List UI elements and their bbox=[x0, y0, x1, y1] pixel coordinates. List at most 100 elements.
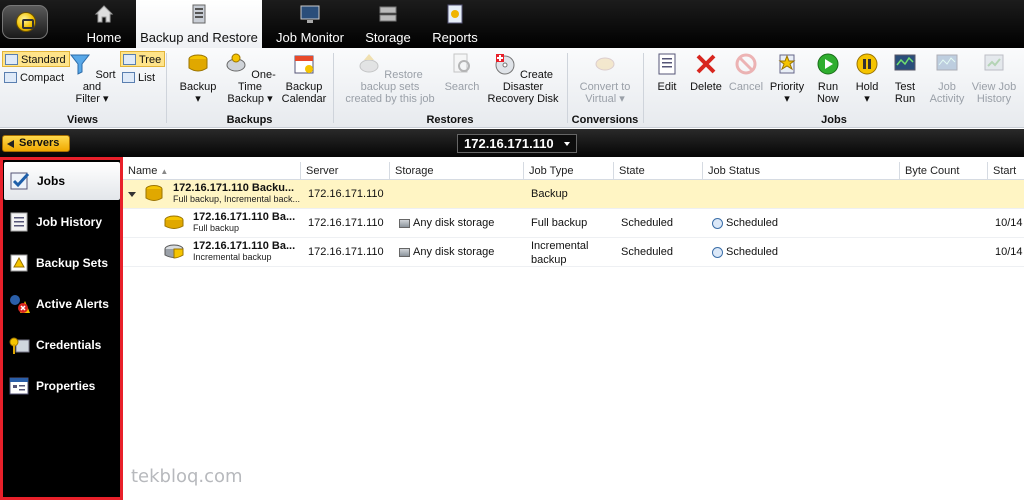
delete-icon bbox=[696, 54, 716, 74]
search-button[interactable]: Search bbox=[444, 52, 480, 93]
state-cell: Scheduled bbox=[621, 246, 673, 258]
cancel-button[interactable]: Cancel bbox=[728, 52, 764, 93]
column-header-state[interactable]: State bbox=[614, 162, 703, 180]
collapse-arrow-icon[interactable] bbox=[128, 192, 136, 197]
sort-ascending-icon: ▲ bbox=[160, 167, 169, 176]
ribbon: Standard Compact Sort and Filter ▾ Tree … bbox=[0, 48, 1024, 128]
create-disaster-recovery-disk-button[interactable]: Create Disaster Recovery Disk bbox=[482, 52, 564, 105]
left-navigation: Jobs Job History Backup Sets Active Aler… bbox=[0, 157, 123, 500]
storage-cell: Any disk storage bbox=[394, 238, 524, 267]
server-selector[interactable]: 172.16.171.110 bbox=[457, 134, 577, 153]
nav-item-active-alerts[interactable]: Active Alerts bbox=[3, 285, 120, 323]
compact-view-toggle[interactable]: Compact bbox=[2, 70, 67, 86]
full-backup-icon bbox=[164, 215, 184, 229]
compact-view-icon bbox=[4, 72, 17, 83]
start-time-cell: 10/14 bbox=[995, 246, 1023, 258]
back-arrow-icon bbox=[7, 140, 14, 148]
standard-view-icon bbox=[5, 54, 18, 65]
job-type-cell: Incremental backup bbox=[531, 240, 589, 266]
tree-view-toggle[interactable]: Tree bbox=[120, 51, 166, 67]
clock-icon bbox=[712, 217, 723, 229]
edit-button[interactable]: Edit bbox=[650, 52, 684, 93]
job-activity-button[interactable]: Job Activity bbox=[927, 52, 967, 105]
disk-storage-icon bbox=[399, 218, 410, 228]
job-history-icon bbox=[10, 212, 28, 232]
nav-item-backup-sets[interactable]: Backup Sets bbox=[3, 244, 120, 282]
nav-item-properties[interactable]: Properties bbox=[3, 367, 120, 405]
job-type-cell: Full backup bbox=[531, 217, 588, 229]
nav-item-jobs[interactable]: Jobs bbox=[4, 162, 120, 200]
server-cell: 172.16.171.110 bbox=[308, 188, 384, 200]
credentials-icon bbox=[9, 337, 30, 354]
disk-storage-icon bbox=[399, 247, 410, 257]
backup-sets-icon bbox=[10, 254, 28, 272]
storage-icon bbox=[379, 6, 397, 22]
server-cell: 172.16.171.110 bbox=[308, 217, 384, 229]
job-status-cell: Scheduled bbox=[707, 238, 897, 267]
restores-group: Restore backup sets created by this job … bbox=[334, 48, 566, 128]
servers-back-button[interactable]: Servers bbox=[2, 135, 70, 152]
list-view-toggle[interactable]: List bbox=[120, 70, 158, 86]
test-run-button[interactable]: Test Run bbox=[889, 52, 921, 105]
reports-icon bbox=[447, 4, 463, 24]
app-menu-button[interactable] bbox=[2, 5, 48, 39]
priority-icon bbox=[778, 54, 796, 74]
convert-virtual-icon bbox=[595, 57, 615, 71]
job-history-icon bbox=[984, 54, 1004, 71]
backups-group: Backup ▾ One-Time Backup ▾ Backup Calend… bbox=[167, 48, 332, 128]
column-header-server[interactable]: Server bbox=[301, 162, 390, 180]
recovery-disk-icon bbox=[495, 54, 515, 75]
restore-backup-sets-button[interactable]: Restore backup sets created by this job bbox=[340, 52, 440, 105]
tab-job-monitor[interactable]: Job Monitor bbox=[270, 0, 350, 48]
properties-icon bbox=[9, 377, 29, 395]
backup-restore-icon bbox=[192, 4, 206, 24]
run-now-button[interactable]: Run Now bbox=[812, 52, 844, 105]
restores-group-title: Restores bbox=[426, 114, 474, 126]
filter-icon bbox=[70, 54, 91, 75]
monitor-icon bbox=[300, 5, 320, 23]
backup-button[interactable]: Backup ▾ bbox=[175, 52, 221, 105]
column-header-name[interactable]: Name ▲ bbox=[123, 162, 301, 180]
delete-button[interactable]: Delete bbox=[687, 52, 725, 93]
views-group: Standard Compact Sort and Filter ▾ Tree … bbox=[0, 48, 166, 128]
nav-item-job-history[interactable]: Job History bbox=[3, 203, 120, 241]
column-header-job-status[interactable]: Job Status bbox=[703, 162, 900, 180]
conversions-group: Convert to Virtual ▾ Conversions bbox=[568, 48, 642, 128]
table-row[interactable]: 172.16.171.110 Backu... Full backup, Inc… bbox=[123, 180, 1024, 209]
edit-icon bbox=[658, 53, 676, 75]
sort-filter-button[interactable]: Sort and Filter ▾ bbox=[68, 52, 116, 105]
app-logo-icon bbox=[16, 12, 36, 32]
storage-cell: Any disk storage bbox=[394, 209, 524, 238]
hold-icon bbox=[856, 53, 878, 75]
home-icon bbox=[94, 5, 114, 23]
convert-to-virtual-button[interactable]: Convert to Virtual ▾ bbox=[574, 52, 636, 105]
backup-calendar-button[interactable]: Backup Calendar bbox=[279, 52, 329, 105]
tree-view-icon bbox=[123, 54, 136, 65]
table-row[interactable]: 172.16.171.110 Ba... Full backup 172.16.… bbox=[123, 209, 1024, 238]
table-row[interactable]: 172.16.171.110 Ba... Incremental backup … bbox=[123, 238, 1024, 267]
conversions-group-title: Conversions bbox=[571, 114, 639, 126]
tab-reports[interactable]: Reports bbox=[426, 0, 484, 48]
grid-header: Name ▲ Server Storage Job Type State Job… bbox=[123, 162, 1024, 195]
tab-backup-and-restore[interactable]: Backup and Restore bbox=[136, 0, 262, 48]
state-cell: Scheduled bbox=[621, 217, 673, 229]
job-status-cell: Scheduled bbox=[707, 209, 897, 238]
column-header-job-type[interactable]: Job Type bbox=[524, 162, 614, 180]
one-time-backup-button[interactable]: One-Time Backup ▾ bbox=[222, 52, 278, 105]
standard-view-toggle[interactable]: Standard bbox=[2, 51, 70, 67]
column-header-byte-count[interactable]: Byte Count bbox=[900, 162, 988, 180]
clock-icon bbox=[712, 246, 723, 258]
hold-button[interactable]: Hold ▾ bbox=[851, 52, 883, 105]
view-job-history-button[interactable]: View Job History bbox=[969, 52, 1019, 105]
column-header-storage[interactable]: Storage bbox=[390, 162, 524, 180]
tab-home[interactable]: Home bbox=[78, 0, 130, 48]
column-header-start-time[interactable]: Start T bbox=[988, 162, 1024, 195]
priority-button[interactable]: Priority ▾ bbox=[767, 52, 807, 105]
backups-group-title: Backups bbox=[226, 114, 273, 126]
test-run-icon bbox=[894, 54, 916, 71]
tab-storage[interactable]: Storage bbox=[360, 0, 416, 48]
start-time-cell: 10/14 bbox=[995, 217, 1023, 229]
jobs-grid: Name ▲ Server Storage Job Type State Job… bbox=[123, 157, 1024, 500]
nav-item-credentials[interactable]: Credentials bbox=[3, 326, 120, 364]
job-name-cell: 172.16.171.110 Backu... Full backup, Inc… bbox=[173, 182, 301, 204]
